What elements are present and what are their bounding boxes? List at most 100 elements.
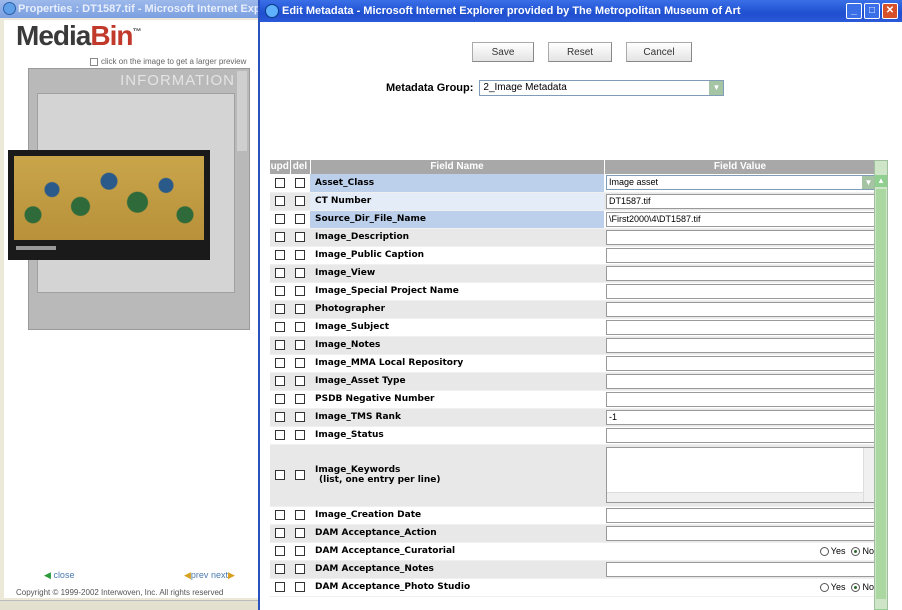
properties-titlebar[interactable]: Properties : DT1587.tif - Microsoft Inte… [0,0,261,18]
upd-checkbox[interactable] [275,546,285,557]
upd-cell [270,354,290,373]
field-value-input[interactable] [606,247,876,263]
upd-checkbox[interactable] [275,412,285,423]
upd-checkbox[interactable] [275,286,285,297]
del-checkbox[interactable] [295,322,305,333]
reset-button[interactable]: Reset [548,42,612,62]
field-value-input[interactable] [606,391,876,407]
prev-arrow-icon[interactable]: ◀ [184,570,191,580]
field-value-input[interactable] [606,507,876,523]
del-checkbox[interactable] [295,582,305,593]
upd-checkbox[interactable] [275,582,285,593]
del-checkbox[interactable] [295,268,305,279]
edit-metadata-titlebar[interactable]: Edit Metadata - Microsoft Internet Explo… [260,0,902,22]
upd-cell [270,192,290,211]
upd-checkbox[interactable] [275,250,285,261]
field-name: Image_View [315,268,376,278]
field-value-input[interactable] [606,373,876,389]
del-checkbox[interactable] [295,394,305,405]
yes-radio[interactable] [819,547,829,557]
upd-checkbox[interactable] [275,268,285,279]
field-value-input[interactable] [606,319,876,335]
chevron-down-icon[interactable]: ▼ [709,81,724,95]
upd-checkbox[interactable] [275,510,285,521]
no-radio[interactable] [851,547,861,557]
upd-checkbox[interactable] [275,177,285,188]
upd-checkbox[interactable] [275,470,285,481]
next-arrow-icon[interactable]: ▶ [228,570,235,580]
field-value-input[interactable] [606,265,876,281]
properties-hscrollbar[interactable] [0,600,262,610]
field-value-textarea[interactable] [606,447,876,503]
close-icon[interactable]: ✕ [882,3,898,19]
prev-link[interactable]: prev [191,570,209,580]
del-checkbox[interactable] [295,232,305,243]
upd-checkbox[interactable] [275,232,285,243]
upd-checkbox[interactable] [275,430,285,441]
upd-checkbox[interactable] [275,340,285,351]
field-value-input[interactable] [606,525,876,541]
metadata-group-select[interactable]: 2_Image Metadata ▼ [479,80,725,96]
del-checkbox[interactable] [295,286,305,297]
table-vscrollbar[interactable]: ▲ ▼ [874,160,888,610]
del-checkbox[interactable] [295,358,305,369]
scroll-thumb[interactable] [876,189,886,599]
save-button[interactable]: Save [472,42,534,62]
field-value-input[interactable]: DT1587.tif [606,193,876,209]
field-value-cell [604,228,876,247]
field-value-input[interactable] [606,301,876,317]
del-checkbox[interactable] [295,510,305,521]
del-checkbox[interactable] [295,196,305,207]
field-value-select[interactable]: Image asset ▼ [606,175,876,191]
upd-checkbox[interactable] [275,528,285,539]
upd-checkbox[interactable] [275,214,285,225]
del-checkbox[interactable] [295,304,305,315]
del-checkbox[interactable] [295,376,305,387]
del-checkbox[interactable] [295,177,305,188]
field-value-input[interactable] [606,229,876,245]
no-radio[interactable] [851,583,861,593]
info-side-tab[interactable] [237,71,247,151]
upd-cell [270,578,290,597]
upd-checkbox[interactable] [275,376,285,387]
field-value-input[interactable] [606,283,876,299]
preview-checkbox[interactable] [90,57,98,66]
close-link[interactable]: ◀ close [44,570,74,581]
upd-checkbox[interactable] [275,394,285,405]
field-name: Image_Notes [315,340,381,350]
del-checkbox[interactable] [295,430,305,441]
del-checkbox[interactable] [295,340,305,351]
upd-checkbox[interactable] [275,196,285,207]
cancel-button[interactable]: Cancel [626,42,692,62]
field-value-input[interactable] [606,561,876,577]
field-value-input[interactable] [606,427,876,443]
minimize-icon[interactable]: _ [846,3,862,19]
del-checkbox[interactable] [295,546,305,557]
del-checkbox[interactable] [295,412,305,423]
scroll-up-icon[interactable]: ▲ [875,175,887,187]
del-checkbox[interactable] [295,564,305,575]
upd-checkbox[interactable] [275,564,285,575]
field-value-input[interactable]: -1 [606,409,876,425]
field-value-input[interactable] [606,337,876,353]
del-checkbox[interactable] [295,470,305,481]
del-checkbox[interactable] [295,214,305,225]
painting-image[interactable] [14,156,204,240]
del-checkbox[interactable] [295,528,305,539]
maximize-icon[interactable]: □ [864,3,880,19]
field-value-cell: \First2000\4\DT1587.tif [604,210,876,229]
upd-checkbox[interactable] [275,322,285,333]
del-checkbox[interactable] [295,250,305,261]
upd-checkbox[interactable] [275,358,285,369]
field-value-input[interactable] [606,355,876,371]
field-value-cell [604,336,876,355]
image-thumbnail[interactable] [8,150,210,260]
textarea-hscroll[interactable] [607,492,863,502]
yes-radio[interactable] [819,583,829,593]
del-cell [290,408,310,427]
upd-checkbox[interactable] [275,304,285,315]
field-value-input[interactable]: \First2000\4\DT1587.tif [606,211,876,227]
field-name-cell: Image_Asset Type [310,372,604,391]
next-link[interactable]: next [211,570,228,580]
logo-bin: Bin [90,20,133,51]
